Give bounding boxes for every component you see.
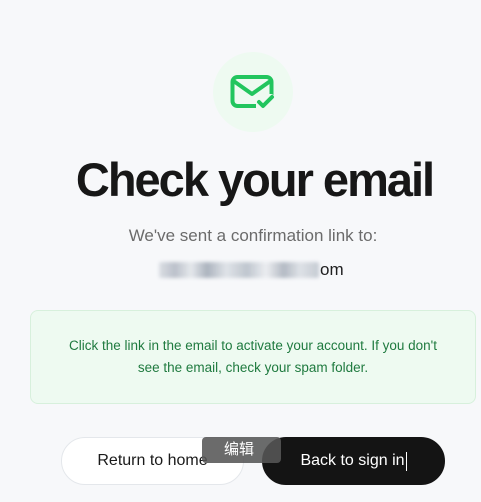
confirmation-notice: Click the link in the email to activate …	[30, 310, 476, 404]
confirmation-notice-text: Click the link in the email to activate …	[68, 338, 437, 375]
confirmation-subtitle: We've sent a confirmation link to:	[128, 226, 378, 245]
redacted-email-blur	[159, 262, 319, 278]
back-to-sign-in-button[interactable]: Back to sign in	[262, 437, 445, 485]
return-home-label: Return to home	[97, 452, 208, 469]
email-confirmation-page: Check your email We've sent a confirmati…	[0, 0, 481, 502]
page-title: Check your email	[75, 153, 435, 206]
email-visible-suffix: om	[320, 260, 344, 279]
edit-tooltip[interactable]: 编辑	[202, 437, 281, 463]
email-address: om	[159, 259, 349, 281]
text-caret	[405, 451, 407, 471]
mail-check-icon-circle	[213, 52, 293, 132]
back-to-sign-in-label: Back to sign in	[300, 452, 405, 469]
mail-check-icon	[230, 73, 276, 111]
